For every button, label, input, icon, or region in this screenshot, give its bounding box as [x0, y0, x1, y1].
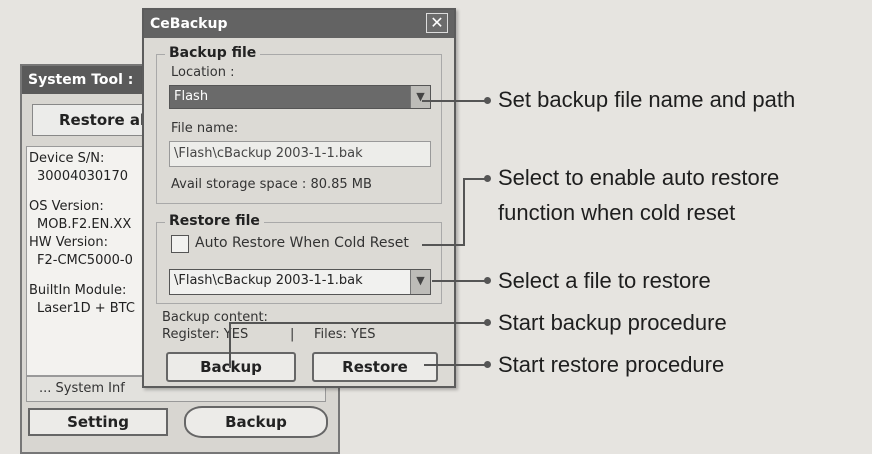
auto-restore-label: Auto Restore When Cold Reset: [195, 235, 409, 251]
callout-line-auto-restore-v: [463, 178, 465, 246]
backup-tab[interactable]: Backup: [184, 406, 328, 438]
backup-button[interactable]: Backup: [166, 352, 296, 382]
chevron-down-icon[interactable]: ▼: [410, 86, 430, 108]
close-icon[interactable]: ✕: [426, 13, 448, 33]
chevron-down-icon[interactable]: ▼: [410, 270, 430, 294]
hw-version-label: HW Version:: [29, 235, 108, 250]
restore-file-group-title: Restore file: [165, 213, 264, 229]
cebackup-title: CeBackup: [144, 10, 454, 38]
restore-file-value: \Flash\cBackup 2003-1-1.bak: [174, 273, 363, 288]
callout-dot: [484, 277, 491, 284]
device-sn-value: 30004030170: [37, 169, 128, 184]
register-status: Register: YES: [162, 327, 249, 342]
callout-set-backup-path: Set backup file name and path: [498, 87, 796, 112]
callout-dot: [484, 361, 491, 368]
callout-dot: [484, 319, 491, 326]
callout-line-backup-h: [230, 322, 488, 324]
cebackup-dialog: CeBackup ✕ Backup file Location : Flash …: [142, 8, 456, 388]
callout-start-backup: Start backup procedure: [498, 310, 727, 335]
callout-start-restore: Start restore procedure: [498, 352, 725, 377]
callout-auto-restore-line1: Select to enable auto restore: [498, 165, 780, 190]
callout-line-backup-path: [422, 100, 488, 102]
hw-version-value: F2-CMC5000-0: [37, 253, 133, 268]
callout-line-restore-file: [432, 280, 488, 282]
builtin-module-label: BuiltIn Module:: [29, 283, 127, 298]
callout-select-restore-file: Select a file to restore: [498, 268, 711, 293]
callout-line-auto-restore-h1: [422, 244, 464, 246]
os-version-value: MOB.F2.EN.XX: [37, 217, 132, 232]
backup-file-group-title: Backup file: [165, 45, 261, 61]
callout-line-restore: [424, 364, 488, 366]
restore-file-select[interactable]: \Flash\cBackup 2003-1-1.bak ▼: [169, 269, 431, 295]
files-status: Files: YES: [314, 327, 376, 342]
os-version-label: OS Version:: [29, 199, 104, 214]
status-separator: |: [290, 327, 295, 342]
setting-tab[interactable]: Setting: [28, 408, 168, 436]
location-label: Location :: [171, 65, 235, 80]
callout-dot: [484, 175, 491, 182]
callout-line-backup-v: [229, 322, 231, 368]
avail-storage-label: Avail storage space : 80.85 MB: [171, 177, 372, 192]
restore-file-group: Restore file Auto Restore When Cold Rese…: [156, 213, 442, 304]
device-sn-label: Device S/N:: [29, 151, 105, 166]
file-name-field[interactable]: \Flash\cBackup 2003-1-1.bak: [169, 141, 431, 167]
location-value: Flash: [174, 89, 209, 104]
file-name-label: File name:: [171, 121, 239, 136]
backup-file-group: Backup file Location : Flash ▼ File name…: [156, 45, 442, 204]
auto-restore-checkbox[interactable]: [171, 235, 189, 253]
restore-button[interactable]: Restore: [312, 352, 438, 382]
builtin-module-value: Laser1D + BTC: [37, 301, 135, 316]
callout-auto-restore-line2: function when cold reset: [498, 200, 736, 225]
callout-dot: [484, 97, 491, 104]
location-select[interactable]: Flash ▼: [169, 85, 431, 109]
